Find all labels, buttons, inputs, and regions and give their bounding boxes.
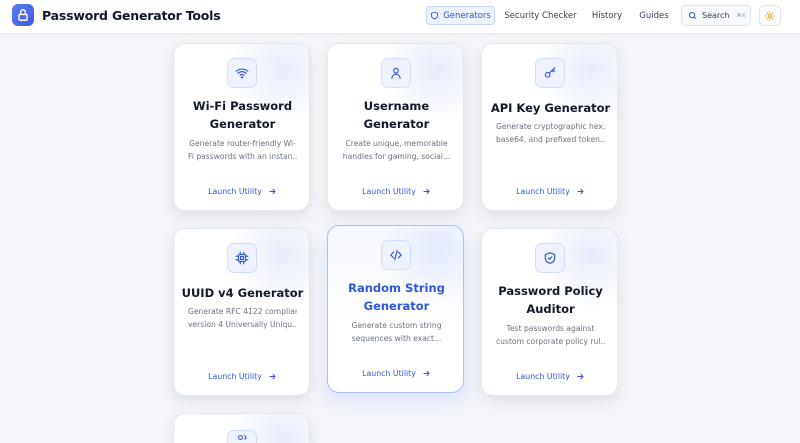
search-button[interactable]: Search ⌘K [681, 5, 751, 26]
nav-history-label: History [591, 10, 623, 21]
launch-utility-link[interactable]: Launch Utility [328, 187, 463, 196]
card-description: Generate router-friendly Wi- Fi password… [188, 139, 297, 161]
sun-icon [765, 10, 775, 21]
arrow-right-icon [423, 188, 430, 195]
lock-icon[interactable] [12, 4, 34, 26]
code-icon [381, 240, 411, 270]
brand-title[interactable]: Password Generator Tools [42, 8, 221, 23]
shield-icon [431, 11, 439, 20]
card-title: Username Generator [363, 99, 430, 131]
card-description: Generate RFC 4122 compliant version 4 Un… [188, 307, 297, 329]
nav-guides[interactable]: Guides [636, 6, 672, 25]
arrow-right-icon [423, 370, 430, 377]
nav-guides-label: Guides [639, 10, 669, 21]
card-description: Generate cryptographic hex, base64, and … [496, 122, 605, 144]
nav-security-checker-label: Security Checker [504, 10, 577, 21]
card-title: UUID v4 Generator [181, 286, 304, 300]
user-icon [381, 58, 411, 88]
nav-security-checker[interactable]: Security Checker [503, 6, 578, 25]
card-title: API Key Generator [490, 101, 611, 115]
top-header: Password Generator Tools Generators Secu… [0, 0, 800, 34]
nav-history[interactable]: History [588, 6, 626, 25]
card-description: Generate custom string sequences with ex… [351, 321, 442, 343]
tool-card-api-key[interactable]: API Key Generator Generate cryptographic… [481, 43, 618, 211]
tool-card-password-policy[interactable]: Password Policy Auditor Test passwords a… [481, 228, 618, 396]
theme-toggle-button[interactable] [759, 5, 781, 26]
arrow-right-icon [577, 188, 584, 195]
key-icon [535, 58, 565, 88]
card-title: Password Policy Auditor [498, 284, 603, 316]
nav-generators-label: Generators [443, 10, 491, 21]
nav-generators[interactable]: Generators [426, 6, 495, 25]
search-shortcut: ⌘K [736, 12, 747, 19]
search-label: Search [702, 11, 730, 20]
launch-utility-link[interactable]: Launch Utility [174, 187, 309, 196]
arrow-right-icon [269, 373, 276, 380]
launch-utility-link[interactable]: Launch Utility [328, 369, 463, 378]
card-title: Wi-Fi Password Generator [192, 99, 293, 131]
launch-utility-link[interactable]: Launch Utility [174, 372, 309, 381]
shield-check-icon [535, 243, 565, 273]
chip-icon [227, 243, 257, 273]
card-description: Test passwords against custom corporate … [496, 324, 605, 346]
users-icon [227, 430, 257, 443]
arrow-right-icon [577, 373, 584, 380]
card-description: Create unique, memorable handles for gam… [342, 139, 451, 161]
card-title: Random String Generator [348, 281, 445, 313]
tool-card-random-string[interactable]: Random String Generator Generate custom … [327, 225, 464, 393]
launch-utility-link[interactable]: Launch Utility [482, 372, 617, 381]
search-icon [689, 12, 696, 19]
arrow-right-icon [269, 188, 276, 195]
tool-card-uuid[interactable]: UUID v4 Generator Generate RFC 4122 comp… [173, 228, 310, 396]
wifi-icon [227, 58, 257, 88]
tool-card-wifi-password[interactable]: Wi-Fi Password Generator Generate router… [173, 43, 310, 211]
tool-card-partial[interactable] [173, 413, 310, 443]
tool-card-username[interactable]: Username Generator Create unique, memora… [327, 43, 464, 211]
launch-utility-link[interactable]: Launch Utility [482, 187, 617, 196]
